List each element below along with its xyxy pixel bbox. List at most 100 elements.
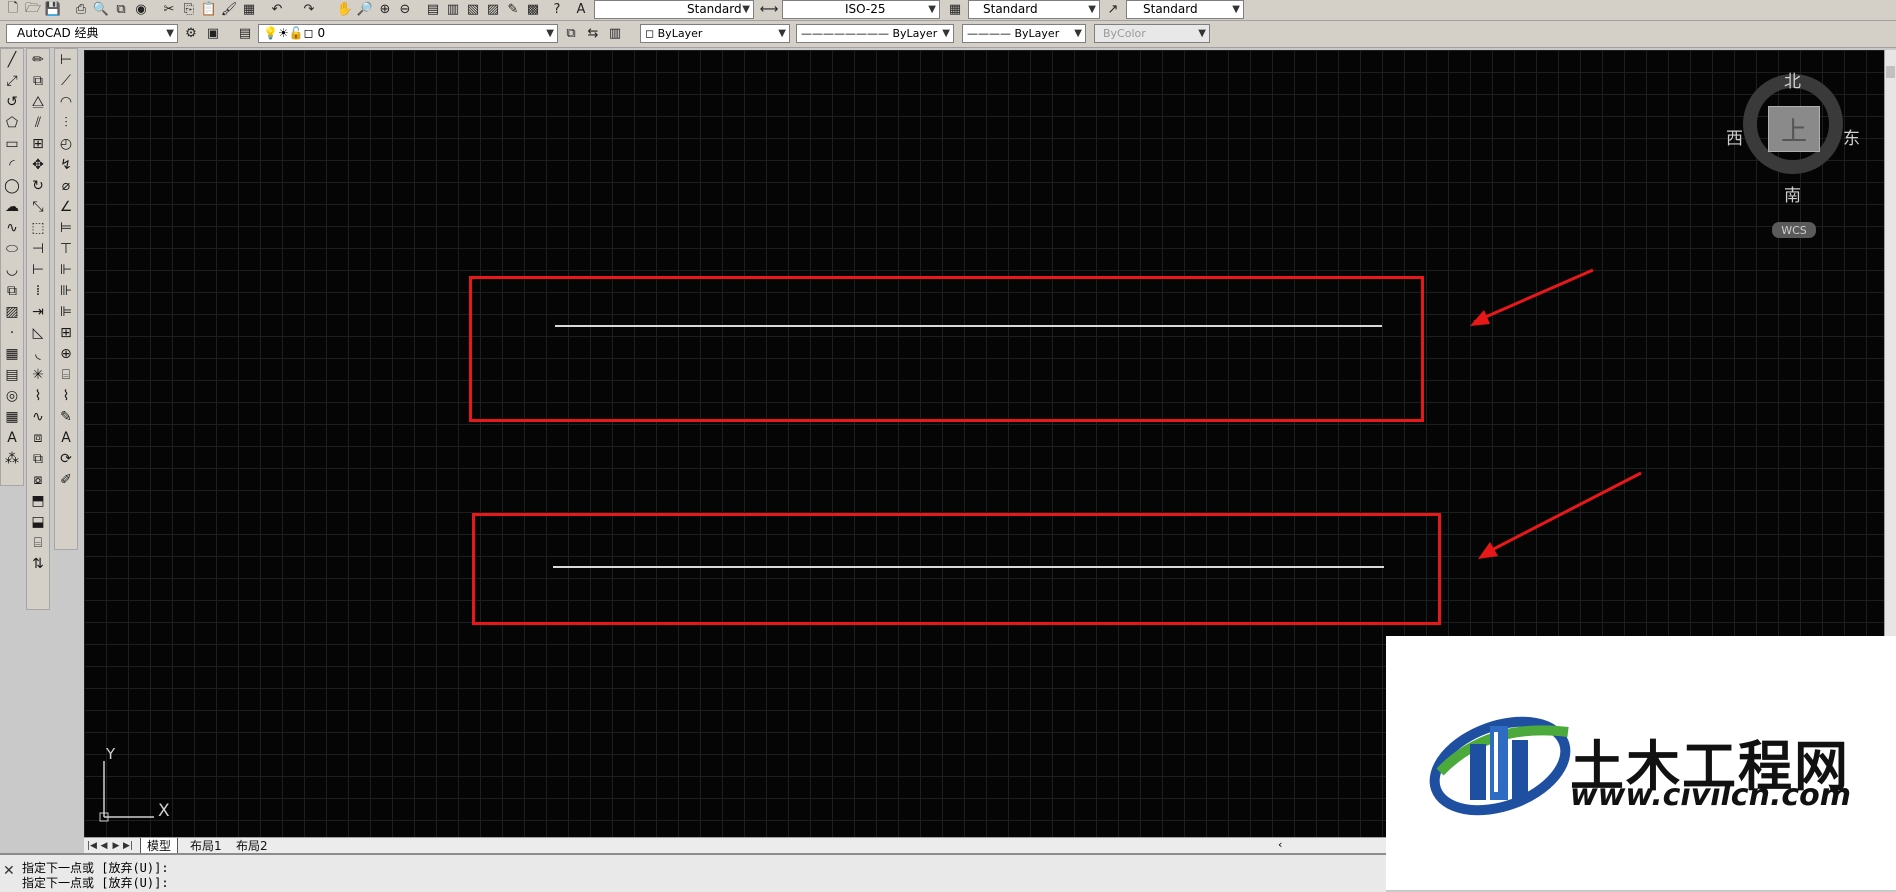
lineweight-select[interactable]: ———— ByLayer ▼ <box>962 24 1086 43</box>
trim-icon[interactable]: ⊣ <box>27 238 49 259</box>
compass-west[interactable]: 西 <box>1726 124 1743 149</box>
layer-select[interactable]: 💡☀🔓◻ 0 ▼ <box>258 24 558 43</box>
markup-icon[interactable]: ✎ <box>504 1 522 18</box>
publish-icon[interactable]: ⧉ <box>112 1 130 18</box>
mleader-style-select[interactable]: Standard ▼ <box>1126 0 1244 19</box>
edit-spline-icon[interactable]: ∿ <box>27 406 49 427</box>
tab-layout2[interactable]: 布局2 <box>230 838 274 854</box>
match-icon[interactable]: 🖌 <box>220 1 238 18</box>
dim-style-icon[interactable]: ⟷ <box>760 1 779 18</box>
polygon-icon[interactable]: ⬠ <box>1 112 23 133</box>
gear-icon[interactable]: ⚙ <box>182 25 200 42</box>
circle-icon[interactable]: ◯ <box>1 175 23 196</box>
close-icon[interactable]: ✕ <box>3 863 15 879</box>
horizontal-scrollbar[interactable]: ‹ <box>1266 837 1386 854</box>
arc-icon[interactable]: ◜ <box>1 154 23 175</box>
command-window[interactable]: ✕ 指定下一点或 [放弃(U)]: 指定下一点或 [放弃(U)]: <box>0 853 1386 892</box>
tolerance-icon[interactable]: ⊞ <box>55 322 77 343</box>
open-icon[interactable]: 🗁 <box>24 1 42 18</box>
line-icon[interactable]: ╱ <box>1 49 23 70</box>
make-block-icon[interactable]: ▨ <box>1 301 23 322</box>
mleader-style-icon[interactable]: ↗ <box>1104 1 1122 18</box>
undo-icon[interactable]: ↶ <box>268 1 286 18</box>
last-tab-icon[interactable]: ▶| <box>122 839 134 852</box>
zoom-realtime-icon[interactable]: 🔎 <box>356 1 374 18</box>
first-tab-icon[interactable]: |◀ <box>86 839 98 852</box>
baseline-icon[interactable]: ⊤ <box>55 238 77 259</box>
arc-length-icon[interactable]: ◠ <box>55 91 77 112</box>
preview-icon[interactable]: 🔍 <box>92 1 110 18</box>
table-style-select[interactable]: Standard ▼ <box>968 0 1100 19</box>
polyline-icon[interactable]: ↺ <box>1 91 23 112</box>
zoom-previous-icon[interactable]: ⊖ <box>396 1 414 18</box>
text-style-select[interactable]: Standard ▼ <box>594 0 754 19</box>
bring-front-icon[interactable]: ⧉ <box>27 448 49 469</box>
make-current-icon[interactable]: ⧉ <box>562 25 580 42</box>
spline-icon[interactable]: ∿ <box>1 217 23 238</box>
linear-dim-icon[interactable]: ⊢ <box>55 49 77 70</box>
design-center-icon[interactable]: ▥ <box>444 1 462 18</box>
scroll-left-icon[interactable]: ‹ <box>1278 838 1282 851</box>
fillet-icon[interactable]: ◟ <box>27 343 49 364</box>
text-style-icon[interactable]: A <box>572 1 590 18</box>
revcloud-icon[interactable]: ☁ <box>1 196 23 217</box>
hatch-back-icon[interactable]: ⬓ <box>27 511 49 532</box>
redo-icon[interactable]: ↷ <box>300 1 318 18</box>
chamfer-icon[interactable]: ◺ <box>27 322 49 343</box>
help-icon[interactable]: ? <box>548 1 566 18</box>
cut-icon[interactable]: ✂ <box>160 1 178 18</box>
sheet-set-icon[interactable]: ▨ <box>484 1 502 18</box>
array-icon[interactable]: ⊞ <box>27 133 49 154</box>
point-icon[interactable]: · <box>1 322 23 343</box>
insert-block-icon[interactable]: ⧉ <box>1 280 23 301</box>
jogged-linear-icon[interactable]: ⌇ <box>55 385 77 406</box>
gradient-icon[interactable]: ▤ <box>1 364 23 385</box>
diameter-icon[interactable]: ⌀ <box>55 175 77 196</box>
offset-icon[interactable]: ⫽ <box>27 112 49 133</box>
draw-order-icon[interactable]: ⧈ <box>27 427 49 448</box>
cube-top-face[interactable]: 上 <box>1768 106 1820 152</box>
scroll-thumb[interactable] <box>1886 66 1895 78</box>
center-mark-icon[interactable]: ⊕ <box>55 343 77 364</box>
workspace-settings-icon[interactable]: ▣ <box>204 25 222 42</box>
plot-3d-icon[interactable]: ◉ <box>132 1 150 18</box>
tool-palettes-icon[interactable]: ▧ <box>464 1 482 18</box>
ordinate-icon[interactable]: ⫶ <box>55 112 77 133</box>
ellipse-icon[interactable]: ⬭ <box>1 238 23 259</box>
mtext-icon[interactable]: A <box>1 427 23 448</box>
edit-polyline-icon[interactable]: ⌇ <box>27 385 49 406</box>
dim-update-icon[interactable]: ⟳ <box>55 448 77 469</box>
table-icon[interactable]: ▦ <box>1 406 23 427</box>
mirror-icon[interactable]: ⧋ <box>27 91 49 112</box>
jogged-icon[interactable]: ↯ <box>55 154 77 175</box>
save-icon[interactable]: 💾 <box>44 1 62 18</box>
break-icon[interactable]: ⁞ <box>27 280 49 301</box>
dim-break-icon[interactable]: ⊫ <box>55 301 77 322</box>
construction-line-icon[interactable]: ⤢ <box>1 70 23 91</box>
extend-icon[interactable]: ⊢ <box>27 259 49 280</box>
pan-icon[interactable]: ✋ <box>336 1 354 18</box>
copy-object-icon[interactable]: ⧉ <box>27 70 49 91</box>
copy-icon[interactable]: ⎘ <box>180 1 198 18</box>
region-icon[interactable]: ◎ <box>1 385 23 406</box>
inspect-icon[interactable]: ⌸ <box>55 364 77 385</box>
rotate-icon[interactable]: ↻ <box>27 175 49 196</box>
compass-east[interactable]: 东 <box>1843 124 1860 149</box>
paste-icon[interactable]: 📋 <box>200 1 218 18</box>
angular-icon[interactable]: ∠ <box>55 196 77 217</box>
block-editor-icon[interactable]: ▦ <box>240 1 258 18</box>
tab-layout1[interactable]: 布局1 <box>184 838 228 854</box>
dim-style-select[interactable]: ISO-25 ▼ <box>782 0 940 19</box>
stretch-icon[interactable]: ⬚ <box>27 217 49 238</box>
color-select[interactable]: ◻ ByLayer ▼ <box>640 24 790 43</box>
dim-edit-icon[interactable]: ✎ <box>55 406 77 427</box>
sync-icon[interactable]: ⇅ <box>27 553 49 574</box>
add-selected-icon[interactable]: ⁂ <box>1 448 23 469</box>
rectangle-icon[interactable]: ▭ <box>1 133 23 154</box>
linetype-select[interactable]: ———————— ByLayer ▼ <box>796 24 954 43</box>
wcs-menu[interactable]: WCS <box>1772 222 1816 238</box>
hatch-icon[interactable]: ▦ <box>1 343 23 364</box>
layer-manager-icon[interactable]: ▤ <box>236 25 254 42</box>
viewcube[interactable]: 上 北 南 东 西 WCS <box>1726 62 1860 242</box>
radius-icon[interactable]: ◴ <box>55 133 77 154</box>
